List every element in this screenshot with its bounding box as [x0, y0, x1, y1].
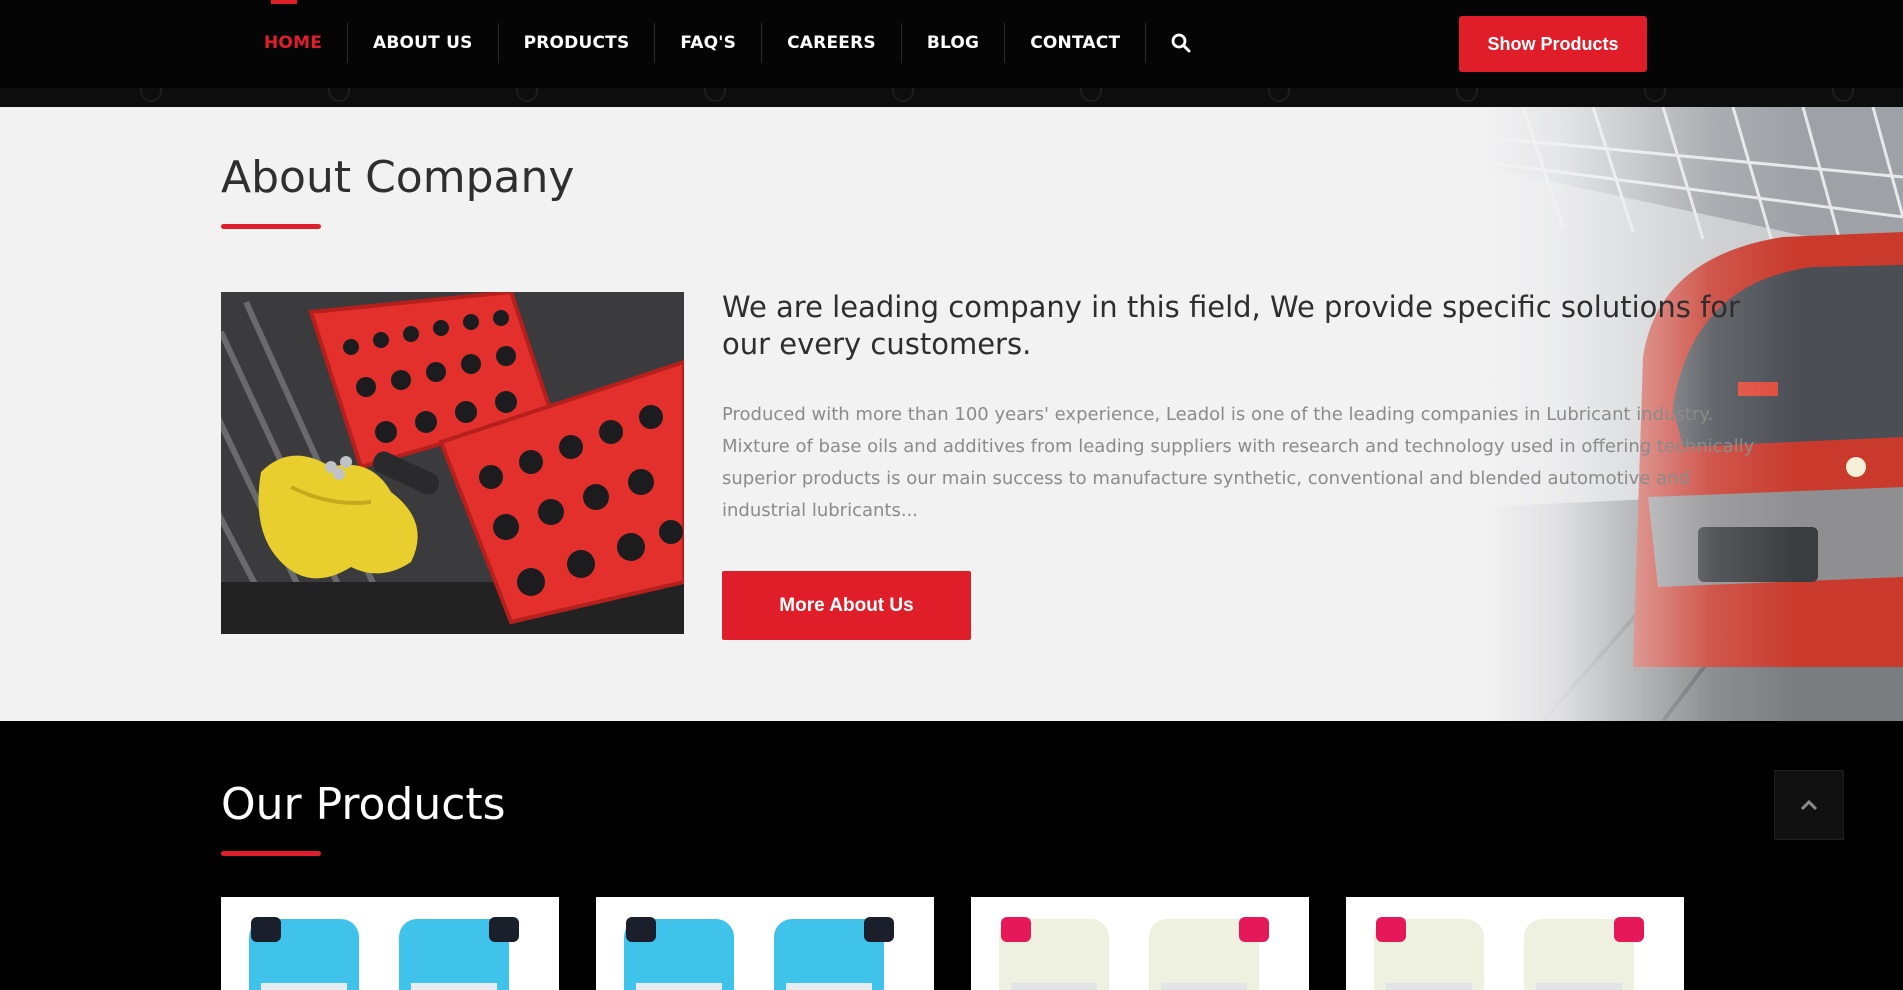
menu-item-home[interactable]: HOME: [239, 23, 349, 63]
more-about-us-button[interactable]: More About Us: [722, 571, 971, 640]
title-underline: [221, 851, 321, 856]
main-menu: HOME ABOUT US PRODUCTS FAQ'S CAREERS BLO…: [239, 18, 1216, 68]
about-section: About Company We are leading company in …: [0, 107, 1903, 721]
search-button[interactable]: [1146, 23, 1216, 63]
lead-line: We are leading company in this field, We…: [722, 290, 1740, 324]
products-section: Our Products: [0, 721, 1903, 990]
description-line: industrial lubricants...: [722, 500, 919, 521]
description-line: Mixture of base oils and additives from …: [722, 436, 1755, 457]
menu-item-careers[interactable]: CAREERS: [762, 23, 902, 63]
socket-set-image: [221, 292, 684, 634]
product-image: [596, 897, 934, 990]
search-icon: [1171, 33, 1191, 53]
menu-item-contact[interactable]: CONTACT: [1005, 23, 1147, 63]
menu-item-faqs[interactable]: FAQ'S: [655, 23, 763, 63]
chevron-up-icon: [1800, 796, 1818, 815]
product-image: [971, 897, 1309, 990]
description-line: Produced with more than 100 years' exper…: [722, 404, 1714, 425]
product-card[interactable]: [596, 897, 934, 990]
product-image: [221, 897, 559, 990]
description-line: superior products is our main success to…: [722, 468, 1690, 489]
scroll-to-top-button[interactable]: [1774, 770, 1844, 840]
about-lead: We are leading company in this field, We…: [722, 289, 1740, 363]
active-item-marker: [271, 0, 297, 4]
menu-item-products[interactable]: PRODUCTS: [499, 23, 656, 63]
show-products-button[interactable]: Show Products: [1459, 16, 1647, 72]
products-title: Our Products: [221, 779, 506, 830]
menu-item-about-us[interactable]: ABOUT US: [348, 23, 499, 63]
menu-item-blog[interactable]: BLOG: [902, 23, 1006, 63]
product-card[interactable]: [1346, 897, 1684, 990]
product-card[interactable]: [971, 897, 1309, 990]
top-navbar: HOME ABOUT US PRODUCTS FAQ'S CAREERS BLO…: [0, 0, 1903, 107]
about-description: Produced with more than 100 years' exper…: [722, 399, 1755, 527]
lead-line: our every customers.: [722, 327, 1032, 361]
about-title: About Company: [221, 152, 575, 203]
product-card[interactable]: [221, 897, 559, 990]
nav-decorative-pattern: [0, 88, 1903, 107]
title-underline: [221, 224, 321, 229]
product-image: [1346, 897, 1684, 990]
